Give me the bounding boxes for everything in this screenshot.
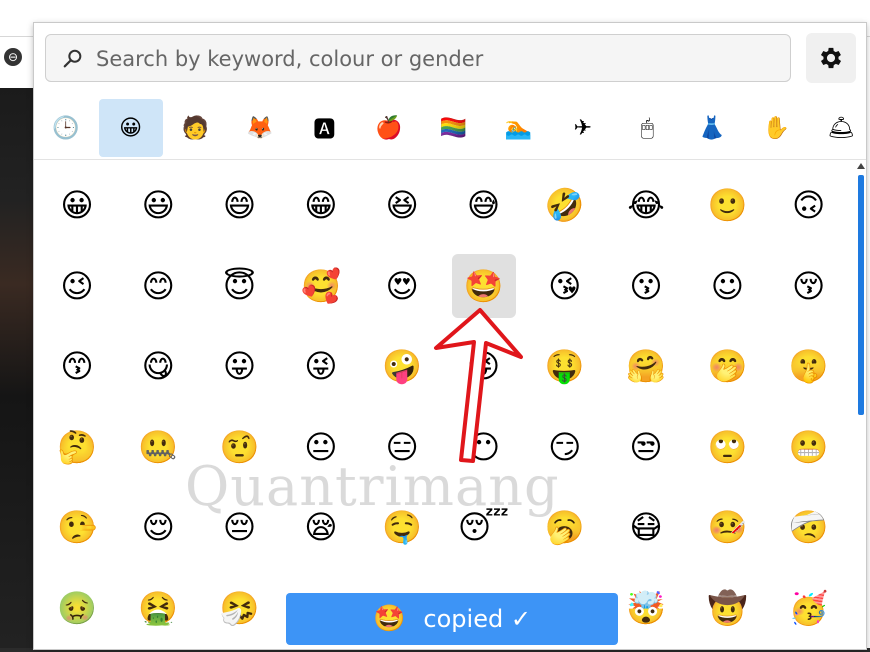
page-background: [0, 88, 34, 648]
emoji-button[interactable]: 😂: [614, 173, 678, 237]
tab-travel[interactable]: ✈: [551, 99, 615, 157]
tab-objects[interactable]: 🖱: [615, 99, 679, 157]
emoji-button[interactable]: 😍: [370, 254, 434, 318]
emoji-button[interactable]: 🤣: [533, 173, 597, 237]
search-box: [45, 34, 791, 82]
scroll-up-arrow[interactable]: [857, 163, 865, 169]
emoji-button[interactable]: 😚: [777, 254, 841, 318]
category-bar: 🕒 😀 🧑 🦊 🅰 🍎 🏳️‍🌈 🏊 ✈ 🖱 👗 ✋ 🛎: [34, 97, 866, 160]
emoji-button[interactable]: 😷: [614, 495, 678, 559]
emoji-button[interactable]: 😝: [452, 334, 516, 398]
emoji-button[interactable]: 🤗: [614, 334, 678, 398]
emoji-button[interactable]: 😏: [533, 415, 597, 479]
toast-text: copied ✓: [423, 605, 531, 633]
emoji-button[interactable]: 🤧: [208, 576, 272, 640]
emoji-button[interactable]: 🙂: [695, 173, 759, 237]
emoji-button[interactable]: 😐: [289, 415, 353, 479]
emoji-button[interactable]: 🤮: [126, 576, 190, 640]
emoji-button[interactable]: 🤭: [695, 334, 759, 398]
tab-smileys[interactable]: 😀: [98, 99, 163, 157]
emoji-button[interactable]: 😗: [614, 254, 678, 318]
emoji-button[interactable]: 😌: [126, 495, 190, 559]
tab-people[interactable]: 🧑: [163, 99, 227, 157]
toast-emoji: 🤩: [373, 604, 406, 634]
copied-toast: 🤩 copied ✓: [286, 593, 618, 645]
emoji-button[interactable]: 😃: [126, 173, 190, 237]
emoji-button[interactable]: 😉: [45, 254, 109, 318]
search-icon: [63, 49, 82, 68]
tab-clothing[interactable]: 👗: [680, 99, 744, 157]
emoji-button[interactable]: 🤤: [370, 495, 434, 559]
emoji-button[interactable]: 😔: [208, 495, 272, 559]
selected-emoji-button[interactable]: 🤩: [451, 253, 516, 318]
emoji-button[interactable]: 😘: [533, 254, 597, 318]
emoji-button[interactable]: 🤢: [45, 576, 109, 640]
tab-alert[interactable]: 🛎: [809, 99, 866, 157]
emoji-button[interactable]: 😑: [370, 415, 434, 479]
emoji-button[interactable]: 🤨: [208, 415, 272, 479]
emoji-button[interactable]: 🥱: [533, 495, 597, 559]
emoji-button[interactable]: 🤥: [45, 495, 109, 559]
emoji-button[interactable]: 😅: [452, 173, 516, 237]
emoji-button[interactable]: 😋: [126, 334, 190, 398]
emoji-button[interactable]: 🤕: [777, 495, 841, 559]
tab-activities[interactable]: 🏊: [486, 99, 550, 157]
emoji-button[interactable]: 😒: [614, 415, 678, 479]
emoji-button[interactable]: 🤯: [614, 576, 678, 640]
emoji-button[interactable]: 😇: [208, 254, 272, 318]
tab-food[interactable]: 🍎: [357, 99, 421, 157]
emoji-button[interactable]: 🤔: [45, 415, 109, 479]
emoji-button[interactable]: 🤪: [370, 334, 434, 398]
emoji-button[interactable]: 🤐: [126, 415, 190, 479]
emoji-button[interactable]: 🥰: [289, 254, 353, 318]
tab-flags[interactable]: 🏳️‍🌈: [422, 99, 486, 157]
tab-symbols[interactable]: 🅰: [292, 99, 356, 157]
emoji-button[interactable]: 😄: [208, 173, 272, 237]
emoji-button[interactable]: 😀: [45, 173, 109, 237]
tab-hands[interactable]: ✋: [745, 99, 809, 157]
scrollbar[interactable]: [856, 161, 866, 649]
emoji-button[interactable]: 🤫: [777, 334, 841, 398]
emoji-button[interactable]: 😛: [208, 334, 272, 398]
emoji-button[interactable]: ☺: [695, 254, 759, 318]
emoji-button[interactable]: 😙: [45, 334, 109, 398]
settings-button[interactable]: [806, 33, 856, 83]
extension-icon[interactable]: ⊖: [4, 48, 22, 66]
emoji-button[interactable]: 😆: [370, 173, 434, 237]
emoji-button[interactable]: 😜: [289, 334, 353, 398]
emoji-button[interactable]: 🤑: [533, 334, 597, 398]
emoji-button[interactable]: 😬: [777, 415, 841, 479]
emoji-button[interactable]: 🤒: [695, 495, 759, 559]
emoji-button[interactable]: 😁: [289, 173, 353, 237]
emoji-button[interactable]: 🙄: [695, 415, 759, 479]
emoji-button[interactable]: 🥳: [777, 576, 841, 640]
emoji-button[interactable]: 😶: [452, 415, 516, 479]
emoji-button[interactable]: 🙃: [777, 173, 841, 237]
scroll-thumb[interactable]: [858, 175, 864, 415]
emoji-grid: 😀 😃 😄 😁 😆 😅 🤣 😂 🙂 🙃 😉 😊 😇 🥰 😍 🤩 😘 😗 ☺ 😚 😙 😋 😛 😜 🤪 😝 🤑 🤗 🤭 🤫 🤔 🤐 🤨 😐 😑 😶 😏 😒 🙄 😬…: [34, 161, 856, 649]
tab-animals[interactable]: 🦊: [228, 99, 292, 157]
emoji-button[interactable]: 🤠: [695, 576, 759, 640]
emoji-button[interactable]: 😴: [452, 495, 516, 559]
emoji-picker-popup: 🕒😀🧑🦊🅰🍎🏳️‍🌈🏊✈🖱👗✋🛎 😀😃😄😁😆😅🤣😂🙂🙃😉😊😇🥰😍🤩😘😗☺😚😙😋😛…: [33, 22, 867, 650]
tab-recent[interactable]: 🕒: [34, 99, 98, 157]
gear-icon: [820, 47, 842, 69]
emoji-button[interactable]: 😊: [126, 254, 190, 318]
search-input[interactable]: [94, 41, 778, 77]
emoji-button[interactable]: 😪: [289, 495, 353, 559]
